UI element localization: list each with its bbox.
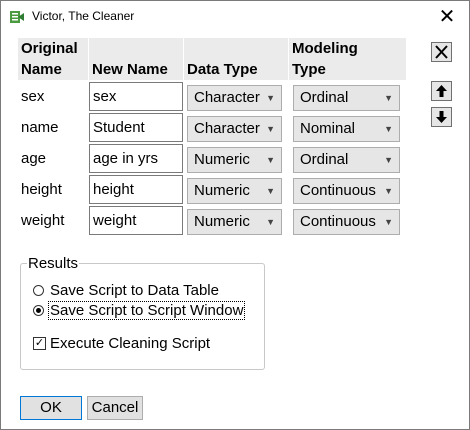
radio-label: Save Script to Script Window bbox=[48, 301, 246, 320]
cancel-button[interactable]: Cancel bbox=[87, 396, 143, 420]
new-name-input[interactable] bbox=[89, 82, 183, 111]
new-name-input[interactable] bbox=[89, 113, 183, 142]
header-modeling-type: Modeling Type bbox=[289, 38, 406, 80]
arrow-down-icon bbox=[436, 111, 447, 123]
move-up-button[interactable] bbox=[431, 81, 452, 101]
chevron-down-icon: ▼ bbox=[384, 186, 393, 196]
move-down-button[interactable] bbox=[431, 107, 452, 127]
chevron-down-icon: ▼ bbox=[384, 217, 393, 227]
original-name-label: weight bbox=[21, 212, 65, 229]
ok-button[interactable]: OK bbox=[20, 396, 82, 420]
new-name-input[interactable] bbox=[89, 144, 183, 173]
original-name-label: height bbox=[21, 181, 62, 198]
title-bar: Victor, The Cleaner ✕ bbox=[1, 1, 469, 32]
original-name-label: name bbox=[21, 119, 59, 136]
header-new-name: New Name bbox=[89, 38, 183, 80]
window-title: Victor, The Cleaner bbox=[32, 9, 135, 23]
data-type-select[interactable]: Numeric ▼ bbox=[187, 147, 282, 173]
modeling-type-select[interactable]: Ordinal ▼ bbox=[293, 147, 400, 173]
checkbox-label: Execute Cleaning Script bbox=[50, 335, 211, 352]
radio-label: Save Script to Data Table bbox=[50, 282, 219, 299]
radio-button-selected[interactable] bbox=[33, 305, 44, 316]
chevron-down-icon: ▼ bbox=[384, 155, 393, 165]
modeling-type-select[interactable]: Ordinal ▼ bbox=[293, 85, 400, 111]
chevron-down-icon: ▼ bbox=[266, 93, 275, 103]
save-to-data-table-radio[interactable]: Save Script to Data Table bbox=[33, 281, 233, 301]
radio-button[interactable] bbox=[33, 285, 44, 296]
remove-row-button[interactable] bbox=[431, 42, 452, 62]
original-name-label: sex bbox=[21, 88, 45, 105]
chevron-down-icon: ▼ bbox=[266, 186, 275, 196]
dialog-window: Victor, The Cleaner ✕ Original Name New N… bbox=[0, 0, 470, 430]
window-close-button[interactable]: ✕ bbox=[425, 3, 469, 31]
close-x-icon bbox=[435, 45, 448, 59]
new-name-input[interactable] bbox=[89, 175, 183, 204]
header-original-name: Original Name bbox=[18, 38, 88, 80]
original-name-label: age bbox=[21, 150, 47, 167]
modeling-type-select[interactable]: Continuous ▼ bbox=[293, 178, 400, 204]
data-type-select[interactable]: Character ▼ bbox=[187, 85, 282, 111]
chevron-down-icon: ▼ bbox=[266, 155, 275, 165]
modeling-type-select[interactable]: Continuous ▼ bbox=[293, 209, 400, 235]
data-type-select[interactable]: Character ▼ bbox=[187, 116, 282, 142]
arrow-up-icon bbox=[436, 85, 447, 97]
app-icon bbox=[9, 10, 25, 24]
save-to-script-window-radio[interactable]: Save Script to Script Window bbox=[33, 301, 258, 321]
header-data-type: Data Type bbox=[184, 38, 288, 80]
checkmark-icon[interactable]: ✓ bbox=[33, 337, 46, 350]
chevron-down-icon: ▼ bbox=[384, 93, 393, 103]
results-legend: Results bbox=[27, 255, 80, 272]
new-name-input[interactable] bbox=[89, 206, 183, 235]
data-type-select[interactable]: Numeric ▼ bbox=[187, 209, 282, 235]
modeling-type-select[interactable]: Nominal ▼ bbox=[293, 116, 400, 142]
chevron-down-icon: ▼ bbox=[266, 217, 275, 227]
chevron-down-icon: ▼ bbox=[266, 124, 275, 134]
data-type-select[interactable]: Numeric ▼ bbox=[187, 178, 282, 204]
chevron-down-icon: ▼ bbox=[384, 124, 393, 134]
execute-cleaning-script-checkbox[interactable]: ✓ Execute Cleaning Script bbox=[33, 334, 233, 354]
